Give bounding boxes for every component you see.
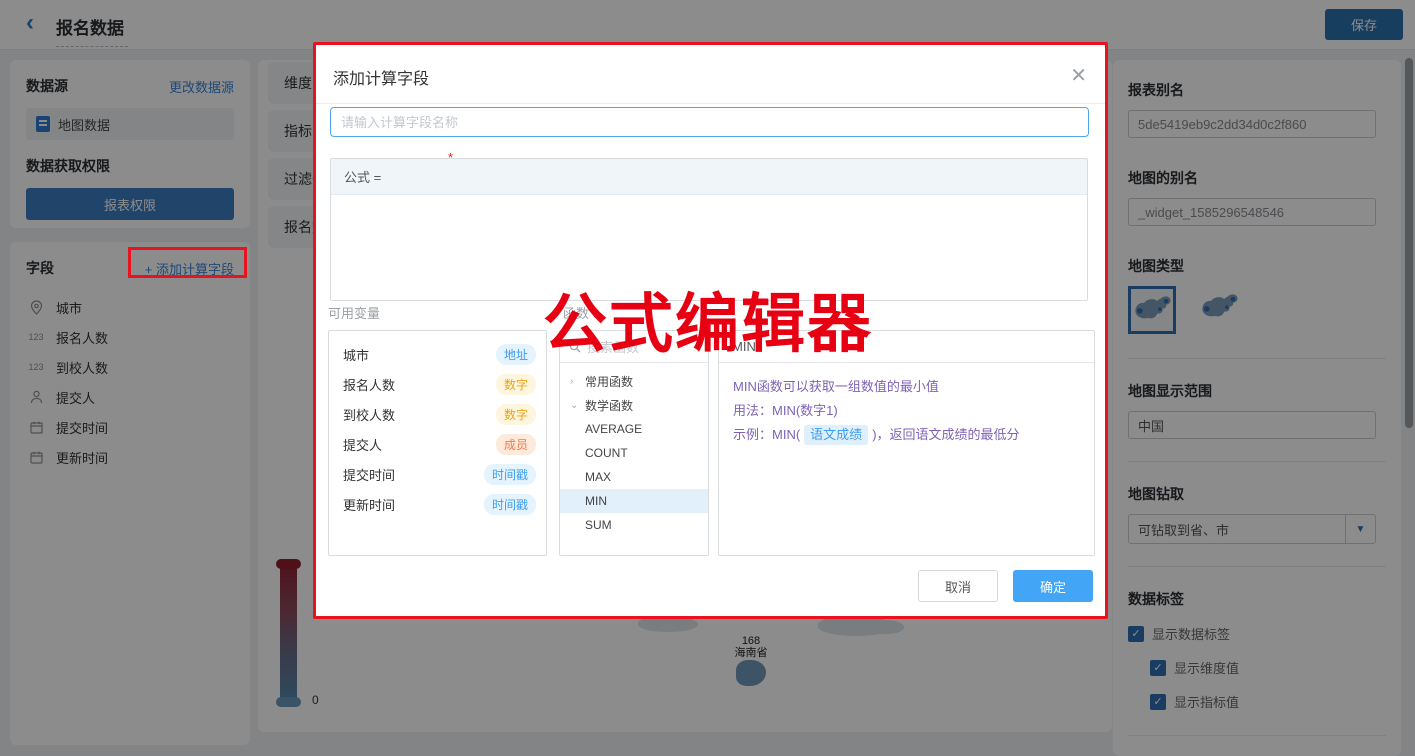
type-badge: 数字 bbox=[496, 374, 536, 395]
example-line: 示例：MIN(语文成绩)，返回语文成绩的最低分 bbox=[733, 423, 1080, 447]
type-badge: 时间戳 bbox=[484, 494, 536, 515]
function-max[interactable]: MAX bbox=[560, 465, 708, 489]
modal-title: 添加计算字段 bbox=[333, 65, 429, 89]
tree-group-common[interactable]: › 常用函数 bbox=[560, 369, 708, 393]
function-average[interactable]: AVERAGE bbox=[560, 417, 708, 441]
variables-label: 可用变量 bbox=[328, 303, 380, 322]
variable-row[interactable]: 城市 地址 bbox=[329, 339, 546, 369]
type-badge: 地址 bbox=[496, 344, 536, 365]
function-count[interactable]: COUNT bbox=[560, 441, 708, 465]
formula-prefix: 公式 = bbox=[331, 159, 1087, 195]
variable-row[interactable]: 到校人数 数字 bbox=[329, 399, 546, 429]
type-badge: 成员 bbox=[496, 434, 536, 455]
calc-field-name-input[interactable] bbox=[330, 107, 1089, 137]
function-description-panel: MIN MIN函数可以获取一组数值的最小值 用法：MIN(数字1) 示例：MIN… bbox=[718, 330, 1095, 556]
confirm-button[interactable]: 确定 bbox=[1013, 570, 1093, 602]
type-badge: 数字 bbox=[496, 404, 536, 425]
function-min-selected[interactable]: MIN bbox=[560, 489, 708, 513]
description-line: MIN函数可以获取一组数值的最小值 bbox=[733, 375, 1080, 399]
required-asterisk: * bbox=[448, 150, 453, 165]
divider bbox=[316, 103, 1105, 104]
formula-editor[interactable]: * 公式 = bbox=[330, 158, 1088, 301]
annotation-text: 公式编辑器 bbox=[543, 291, 873, 358]
type-badge: 时间戳 bbox=[484, 464, 536, 485]
cancel-button[interactable]: 取消 bbox=[918, 570, 998, 602]
annotation-highlight-box bbox=[128, 247, 247, 278]
chevron-down-icon: ⌄ bbox=[570, 400, 580, 411]
functions-tree: 搜索函数 › 常用函数 ⌄ 数学函数 AVERAGE COUNT MAX MIN… bbox=[559, 330, 709, 556]
variables-list: 城市 地址 报名人数 数字 到校人数 数字 提交人 成员 提交时间 时间戳 更新… bbox=[328, 330, 547, 556]
function-sum[interactable]: SUM bbox=[560, 513, 708, 537]
variable-row[interactable]: 报名人数 数字 bbox=[329, 369, 546, 399]
usage-line: 用法：MIN(数字1) bbox=[733, 399, 1080, 423]
variable-row[interactable]: 更新时间 时间戳 bbox=[329, 489, 546, 519]
chevron-right-icon: › bbox=[570, 376, 580, 387]
example-field-chip: 语文成绩 bbox=[804, 425, 868, 445]
variable-row[interactable]: 提交人 成员 bbox=[329, 429, 546, 459]
close-icon[interactable]: ✕ bbox=[1070, 63, 1087, 88]
tree-group-math[interactable]: ⌄ 数学函数 bbox=[560, 393, 708, 417]
variable-row[interactable]: 提交时间 时间戳 bbox=[329, 459, 546, 489]
